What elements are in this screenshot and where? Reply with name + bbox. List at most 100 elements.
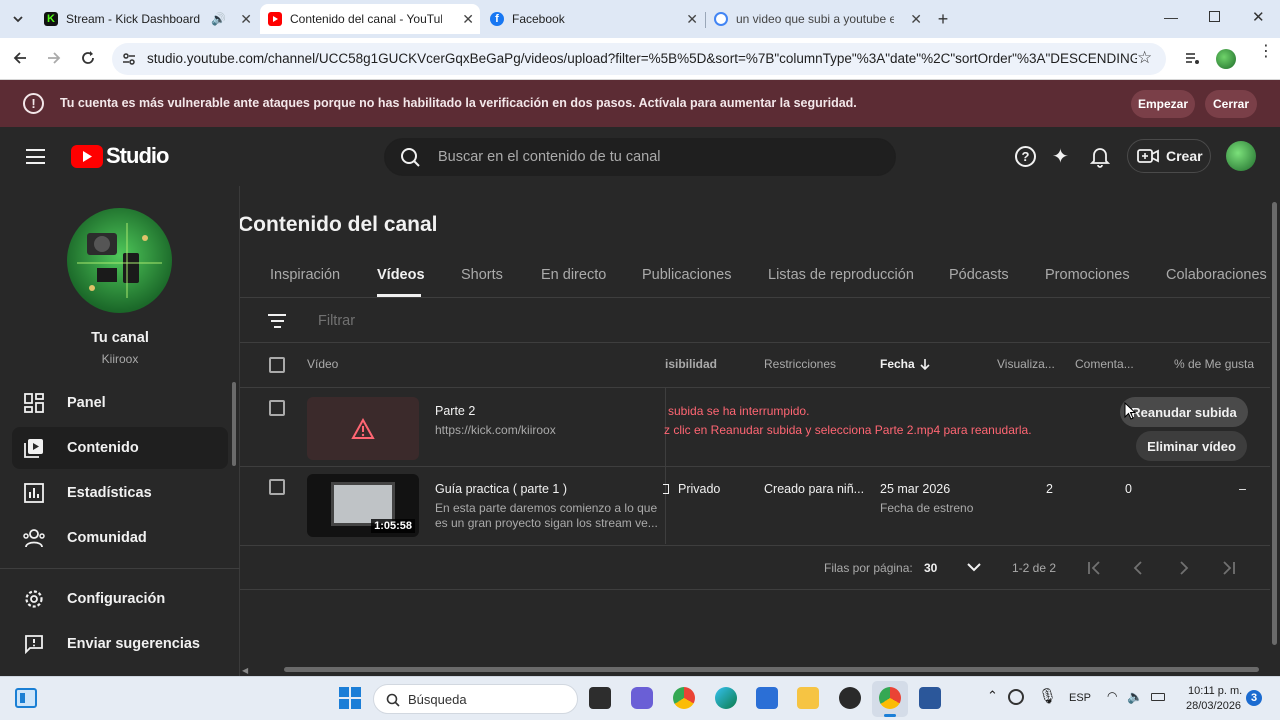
sparkle-icon[interactable]: ✦ [1052, 144, 1069, 169]
browser-menu-icon[interactable]: ⋮ [1258, 44, 1274, 60]
browser-tab-google-search[interactable]: un video que subi a youtube es ✕ [706, 4, 928, 34]
clock-date[interactable]: 28/03/2026 [1186, 700, 1241, 712]
store-icon[interactable] [756, 687, 778, 709]
microphone-icon[interactable]: 🎙 [1038, 687, 1057, 705]
help-icon[interactable]: ? [1015, 146, 1036, 167]
tab-collaborations[interactable]: Colaboraciones [1166, 267, 1267, 283]
tab-videos[interactable]: Vídeos [377, 267, 425, 283]
widgets-icon[interactable] [15, 688, 37, 708]
tray-sync-icon[interactable] [1008, 689, 1024, 705]
column-header-restrictions[interactable]: Restricciones [764, 357, 836, 371]
window-restore-button[interactable] [1209, 11, 1220, 22]
row-checkbox[interactable] [269, 400, 285, 416]
video-thumbnail[interactable]: 1:05:58 [307, 474, 419, 537]
profile-avatar-icon[interactable] [1216, 49, 1236, 69]
tab-inspiration[interactable]: Inspiración [270, 267, 340, 283]
tab-close-icon[interactable]: ✕ [462, 11, 474, 28]
resume-upload-button[interactable]: Reanudar subida [1120, 397, 1248, 427]
sidebar-item-analytics[interactable]: Estadísticas [12, 472, 228, 514]
bell-icon[interactable] [1089, 146, 1111, 173]
first-page-icon[interactable] [1087, 560, 1103, 576]
browser-tab-youtube-studio[interactable]: Contenido del canal - YouTube ✕ [260, 4, 480, 34]
account-avatar[interactable] [1226, 141, 1256, 171]
studio-logo[interactable]: Studio [71, 143, 169, 169]
delete-video-button[interactable]: Eliminar vídeo [1136, 431, 1247, 461]
table-row[interactable]: 1:05:58 Guía practica ( parte 1 ) En est… [240, 467, 1270, 545]
visibility-cell[interactable]: Privado [663, 482, 720, 496]
new-tab-button[interactable]: + [933, 9, 953, 29]
browser-tab-kick[interactable]: K Stream - Kick Dashboard 🔊 ✕ [36, 4, 258, 34]
table-row[interactable]: Parte 2 https://kick.com/kiiroox subida … [240, 388, 1270, 466]
reload-button[interactable] [80, 50, 96, 71]
tab-posts[interactable]: Publicaciones [642, 267, 731, 283]
rows-per-page-value[interactable]: 30 [924, 561, 937, 575]
tray-overflow-icon[interactable]: ⌃ [987, 688, 998, 704]
sidebar-item-community[interactable]: Comunidad [12, 517, 228, 559]
sidebar-scrollbar[interactable] [232, 382, 236, 466]
volume-icon[interactable]: 🔈 [1127, 689, 1143, 705]
column-header-comments[interactable]: Comenta... [1075, 357, 1134, 371]
omnibox[interactable]: studio.youtube.com/channel/UCC58g1GUCKVc… [112, 43, 1166, 75]
windows-start-icon[interactable] [339, 687, 361, 709]
edge-icon[interactable] [715, 687, 737, 709]
hamburger-menu-icon[interactable] [26, 149, 45, 164]
tab-podcasts[interactable]: Pódcasts [949, 267, 1009, 283]
filter-input[interactable]: Filtrar [318, 313, 355, 329]
tab-search-button[interactable] [8, 9, 28, 29]
file-explorer-icon[interactable] [797, 687, 819, 709]
horizontal-scrollbar-left-arrow[interactable]: ◀ [242, 666, 248, 675]
sidebar-item-panel[interactable]: Panel [12, 382, 228, 424]
notification-badge[interactable]: 3 [1246, 690, 1262, 706]
page-vertical-scrollbar[interactable] [1270, 186, 1280, 676]
word-icon[interactable] [919, 687, 941, 709]
bookmark-star-icon[interactable]: ☆ [1137, 48, 1152, 68]
column-header-date[interactable]: Fecha [880, 357, 930, 371]
create-button[interactable]: Crear [1127, 139, 1211, 173]
window-close-button[interactable]: ✕ [1252, 8, 1265, 26]
start-2fa-button[interactable]: Empezar [1131, 90, 1195, 118]
language-indicator[interactable]: ESP [1069, 692, 1091, 704]
tab-shorts[interactable]: Shorts [461, 267, 503, 283]
chrome-icon[interactable] [673, 687, 695, 709]
obs-icon[interactable] [839, 687, 861, 709]
tab-close-icon[interactable]: ✕ [686, 11, 698, 28]
close-banner-button[interactable]: Cerrar [1205, 90, 1257, 118]
analytics-icon [23, 482, 45, 504]
media-controls-icon[interactable] [1184, 50, 1200, 66]
previous-page-icon[interactable] [1132, 560, 1144, 576]
tab-promotions[interactable]: Promociones [1045, 267, 1130, 283]
sidebar-item-content[interactable]: Contenido [12, 427, 228, 469]
site-info-icon[interactable] [122, 52, 136, 66]
sidebar-item-feedback[interactable]: Enviar sugerencias [12, 623, 228, 665]
sidebar-item-settings[interactable]: Configuración [12, 578, 228, 620]
row-checkbox[interactable] [269, 479, 285, 495]
task-view-icon[interactable] [589, 687, 611, 709]
column-header-views[interactable]: Visualiza... [997, 357, 1055, 371]
video-title[interactable]: Guía practica ( parte 1 ) [435, 482, 567, 496]
channel-search-input[interactable]: Buscar en el contenido de tu canal [384, 138, 896, 176]
horizontal-scrollbar[interactable] [284, 667, 1259, 672]
last-page-icon[interactable] [1220, 560, 1236, 576]
next-page-icon[interactable] [1178, 560, 1190, 576]
browser-tab-facebook[interactable]: f Facebook ✕ [482, 4, 704, 34]
column-header-visibility[interactable]: isibilidad [665, 357, 717, 371]
battery-icon[interactable] [1151, 693, 1165, 701]
chrome-active-background[interactable] [872, 681, 908, 717]
tab-close-icon[interactable]: ✕ [910, 11, 922, 28]
select-all-checkbox[interactable] [269, 357, 285, 373]
back-button[interactable] [12, 50, 28, 71]
filter-icon[interactable] [268, 314, 286, 328]
forward-button[interactable] [46, 50, 62, 71]
teams-chat-icon[interactable] [631, 687, 653, 709]
tab-close-icon[interactable]: ✕ [240, 11, 252, 28]
wifi-icon[interactable]: ◠ [1107, 689, 1117, 703]
window-minimize-button[interactable]: — [1164, 9, 1178, 25]
rows-per-page-dropdown-icon[interactable] [967, 562, 981, 572]
tab-live[interactable]: En directo [541, 267, 606, 283]
column-header-likes[interactable]: % de Me gusta [1174, 357, 1254, 371]
video-title[interactable]: Parte 2 [435, 404, 475, 418]
clock-time[interactable]: 10:11 p. m. [1188, 685, 1242, 697]
tab-playlists[interactable]: Listas de reproducción [768, 267, 914, 283]
taskbar-search-input[interactable]: Búsqueda [373, 684, 578, 714]
channel-avatar[interactable] [67, 208, 172, 313]
